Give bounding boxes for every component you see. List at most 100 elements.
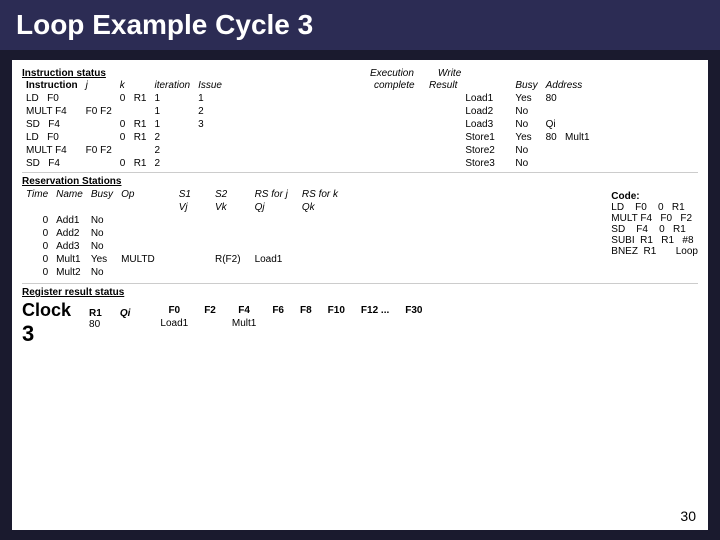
reg-h-f12: F12 ... [353,304,397,317]
inst-k: 0 R1 [116,131,151,144]
reg-v-f8 [292,317,320,330]
rs-name: Mult1 [52,253,87,266]
rs-h-s2: S2 [195,188,245,201]
code-line-2: MULT F4 F0 F2 [611,213,698,224]
fu-busy: No [511,118,541,131]
rs-qj [245,240,292,253]
rs-row: 0 Mult1 Yes MULTD R(F2) Load1 [22,253,342,266]
inst-k: 0 R1 [116,118,151,131]
rs-qj [245,214,292,227]
rs-qj: Load1 [245,253,292,266]
rs-qk [292,266,342,279]
rs-name: Mult2 [52,266,87,279]
rs-vk [195,214,245,227]
rs-h-name: Name [52,188,87,201]
code-line-1: LD F0 0 R1 [611,202,698,213]
rs-qk [292,240,342,253]
rs-time: 0 [22,227,52,240]
inst-j: F0 F2 [82,144,116,157]
reg-h-f30: F30 [397,304,430,317]
rs-h-s1: S1 [159,188,195,201]
rs-sh-time [22,201,52,214]
rs-sh-name [52,201,87,214]
rs-op [117,240,159,253]
rs-row: 0 Add1 No [22,214,342,227]
rs-vk [195,266,245,279]
clock-label: Clock [22,300,71,321]
rs-name: Add2 [52,227,87,240]
fu-row: Load1 Yes 80 [370,92,594,105]
fu-exec [370,157,425,170]
reg-h-f2: F2 [196,304,224,317]
col-k: k [116,79,151,92]
fu-busy: No [511,157,541,170]
rs-vk [195,240,245,253]
col-j: j [82,79,116,92]
fu-addr: Qi [542,118,594,131]
rs-busy: No [87,240,117,253]
rs-row: 0 Add2 No [22,227,342,240]
col-result: Result [425,79,461,92]
r1-value: 80 [89,319,100,330]
rs-h-rsj: RS for j [245,188,292,201]
col-fu-name [461,79,511,92]
write-label: Write [438,68,461,79]
fu-row: Load3 No Qi [370,118,594,131]
fu-addr: 80 [542,92,594,105]
rs-qj [245,227,292,240]
rs-time: 0 [22,214,52,227]
reg-v-f0: Load1 [152,317,196,330]
rs-sh-qj: Qj [245,201,292,214]
fu-result [425,105,461,118]
rs-time: 0 [22,266,52,279]
col-address: Address [542,79,594,92]
rs-op [117,227,159,240]
rs-name: Add1 [52,214,87,227]
inst-name: SD F4 [22,157,82,170]
fu-exec [370,92,425,105]
inst-issue: 3 [194,118,226,131]
inst-j [82,131,116,144]
table-row: SD F4 0 R1 1 3 [22,118,226,131]
fu-result [425,144,461,157]
instruction-status-panel: Instruction status Instruction j k itera… [22,68,350,170]
inst-issue [194,157,226,170]
fu-name: Store1 [461,131,511,144]
reg-v-f6 [264,317,292,330]
rs-qk [292,227,342,240]
fu-row: Store2 No [370,144,594,157]
inst-name: SD F4 [22,118,82,131]
fu-status-panel: Execution Write complete Result Busy Add… [370,68,698,170]
inst-k: 0 R1 [116,157,151,170]
exec-label: Execution [370,68,414,79]
table-row: MULT F4 F0 F2 2 [22,144,226,157]
code-line-5: BNEZ R1 Loop [611,246,698,257]
rs-op [117,266,159,279]
fu-name: Load1 [461,92,511,105]
rs-qj [245,266,292,279]
exec-write-header: Execution Write [370,68,698,79]
rs-sh-qk: Qk [292,201,342,214]
fu-table: complete Result Busy Address Load1 Yes 8… [370,79,594,170]
fu-exec [370,144,425,157]
inst-issue: 1 [194,92,226,105]
reg-h-f0: F0 [152,304,196,317]
fu-name: Load2 [461,105,511,118]
rs-busy: No [87,266,117,279]
main-content: Instruction status Instruction j k itera… [12,60,708,530]
inst-iter: 2 [150,157,194,170]
table-row: LD F0 0 R1 2 [22,131,226,144]
rs-left: Reservation Stations Time Name Busy Op S… [22,175,342,279]
qi-label: Qi [120,308,131,319]
fu-busy: Yes [511,92,541,105]
rs-vj [159,214,195,227]
rs-time: 0 [22,253,52,266]
top-area: Instruction status Instruction j k itera… [22,68,698,170]
rs-h-busy: Busy [87,188,117,201]
register-result-label: Register result status [22,287,124,298]
reg-v-f10 [320,317,353,330]
fu-name: Store3 [461,157,511,170]
rs-busy: No [87,227,117,240]
reg-h-f8: F8 [292,304,320,317]
fu-name: Store2 [461,144,511,157]
